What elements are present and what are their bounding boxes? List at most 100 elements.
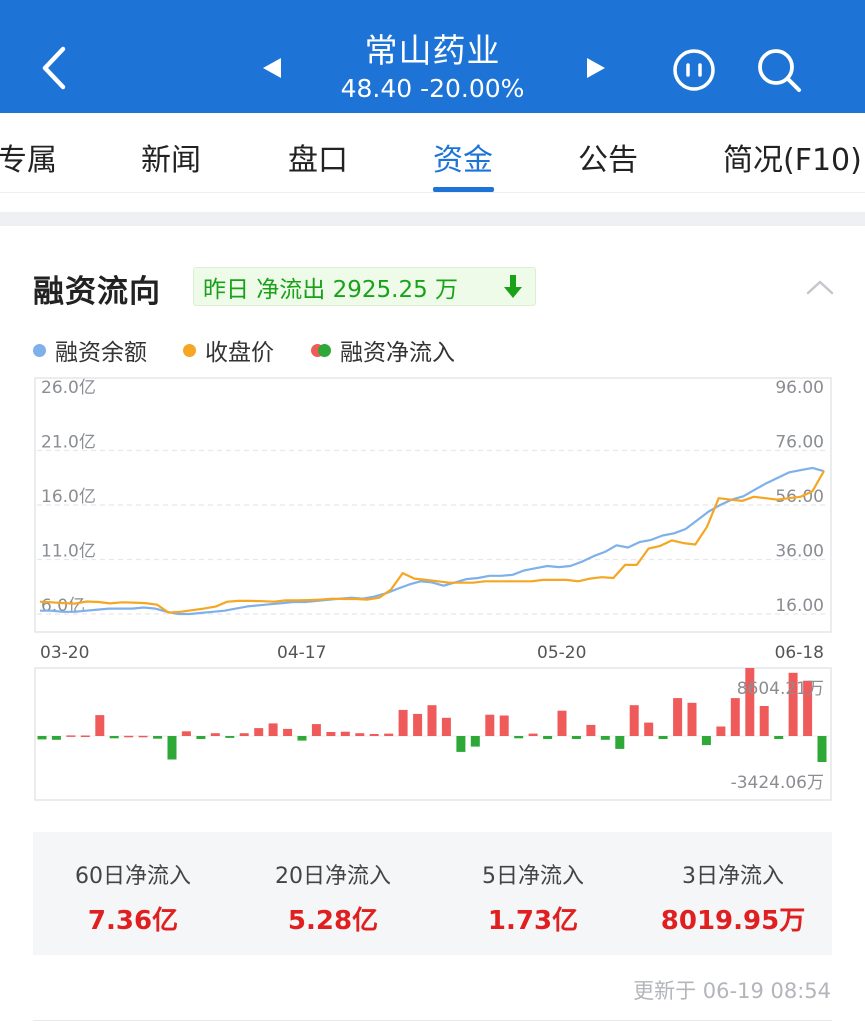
net-inflow-bar [283,728,293,736]
stat-label: 3日净流入 [682,864,784,889]
search-icon [758,49,801,92]
bar-min-label: -3424.06万 [731,773,824,793]
net-inflow-bar [759,706,769,736]
caret-left-icon [263,58,281,78]
tab-quotes[interactable]: 盘口 [288,135,348,179]
stat-label: 60日净流入 [75,864,191,889]
stat-value: 8019.95万 [660,906,806,936]
left-axis-tick: 16.0亿 [41,487,96,507]
net-inflow-bar [629,705,639,736]
x-axis-tick: 04-17 [277,643,326,663]
net-inflow-bar [774,736,784,739]
left-axis-tick: 11.0亿 [41,542,96,562]
active-tab-indicator [433,187,494,192]
net-inflow-bar [687,702,697,736]
next-stock-button[interactable] [580,52,612,84]
net-inflow-bar [340,731,350,736]
net-inflow-bar [485,714,495,736]
net-inflow-bar [109,736,119,739]
net-inflow-bar [528,733,538,736]
x-axis-tick: 05-20 [537,643,586,663]
net-inflow-bar [673,698,683,736]
stock-price-change: 48.40 -20.00% [340,74,525,103]
net-inflow-bar [66,735,76,737]
tab-bar: 专属 新闻 盘口 资金 公告 简况(F10) [0,113,865,193]
previous-stock-button[interactable] [256,52,288,84]
net-inflow-bar [817,736,827,762]
stat-value: 7.36亿 [87,906,179,936]
legend-dot-blue [33,343,46,357]
left-axis-tick: 6.0亿 [41,596,85,616]
net-inflow-bar [427,705,437,736]
net-inflow-bar [543,736,553,739]
net-inflow-bar [37,736,47,740]
net-inflow-bar [441,717,451,736]
x-axis-tick: 06-18 [775,643,824,663]
search-button[interactable] [753,44,805,96]
net-inflow-bar [600,736,610,740]
tab-news[interactable]: 新闻 [141,135,201,179]
bottom-divider [33,1020,832,1021]
net-inflow-bar [51,736,61,740]
net-inflow-bar [384,733,394,736]
right-axis-tick: 76.00 [775,433,824,453]
stock-name: 常山药业 [364,31,501,70]
caret-right-icon [587,58,605,78]
right-axis-tick: 96.00 [775,378,824,398]
tab-profile[interactable]: 简况(F10) [723,135,862,179]
net-inflow-bar [239,733,249,736]
legend-label: 融资净流入 [340,340,455,366]
left-axis-tick: 26.0亿 [41,378,96,398]
net-inflow-bar [138,735,148,738]
tab-exclusive[interactable]: 专属 [0,135,57,179]
tab-announcements[interactable]: 公告 [578,135,638,179]
net-inflow-bar [210,733,220,736]
net-inflow-bar [124,735,134,738]
net-inflow-bar [95,715,105,736]
net-inflow-bar [701,736,711,746]
legend-item-margin-balance: 融资余额 [33,334,147,366]
net-inflow-bar [413,713,423,736]
tab-capital[interactable]: 资金 [433,135,493,179]
net-inflow-bar [196,736,206,739]
section-title: 融资流向 [33,274,161,310]
stat-value: 1.73亿 [487,906,579,936]
net-inflow-bar [571,736,581,739]
net-inflow-bar [153,736,163,739]
net-inflow-bar [311,724,321,736]
legend-label: 收盘价 [205,340,274,366]
right-axis-tick: 16.00 [775,596,824,616]
net-inflow-bar [716,726,726,736]
net-inflow-bar [268,723,278,736]
section-divider [0,212,865,226]
legend-dot-orange [183,343,196,357]
net-inflow-bar [80,735,90,737]
net-flow-text: 昨日 净流出 2925.25 万 [203,276,459,303]
net-inflow-bar [730,698,740,736]
legend-label: 融资余额 [55,340,147,366]
collapse-button[interactable] [802,272,838,302]
net-inflow-bar [615,736,625,749]
series-line-margin-balance [40,466,825,616]
series-line-close-price [39,470,825,614]
x-axis-tick: 03-20 [40,643,89,663]
down-arrow-icon [503,274,523,306]
net-inflow-bar [557,710,567,736]
updated-timestamp: 更新于 06-19 08:54 [633,979,831,1003]
net-inflow-bar [355,733,365,736]
stat-label: 20日净流入 [275,864,391,889]
legend-item-close-price: 收盘价 [183,334,274,366]
net-inflow-bar [167,736,177,760]
net-inflow-bar [326,732,336,736]
net-inflow-bar [181,731,191,736]
net-inflow-bar [254,728,264,736]
net-inflow-bar [499,715,509,736]
net-flow-badge: 昨日 净流出 2925.25 万 [193,267,536,306]
stock-header: 常山药业 48.40 -20.00% [0,0,865,113]
net-inflow-bar [456,736,466,752]
bar-max-label: 8604.21万 [737,679,824,699]
assistant-button[interactable] [670,46,718,94]
margin-flow-chart: 26.0亿21.0亿16.0亿11.0亿6.0亿96.0076.0056.003… [34,377,832,801]
net-inflow-bar [398,709,408,736]
left-axis-tick: 21.0亿 [41,433,96,453]
